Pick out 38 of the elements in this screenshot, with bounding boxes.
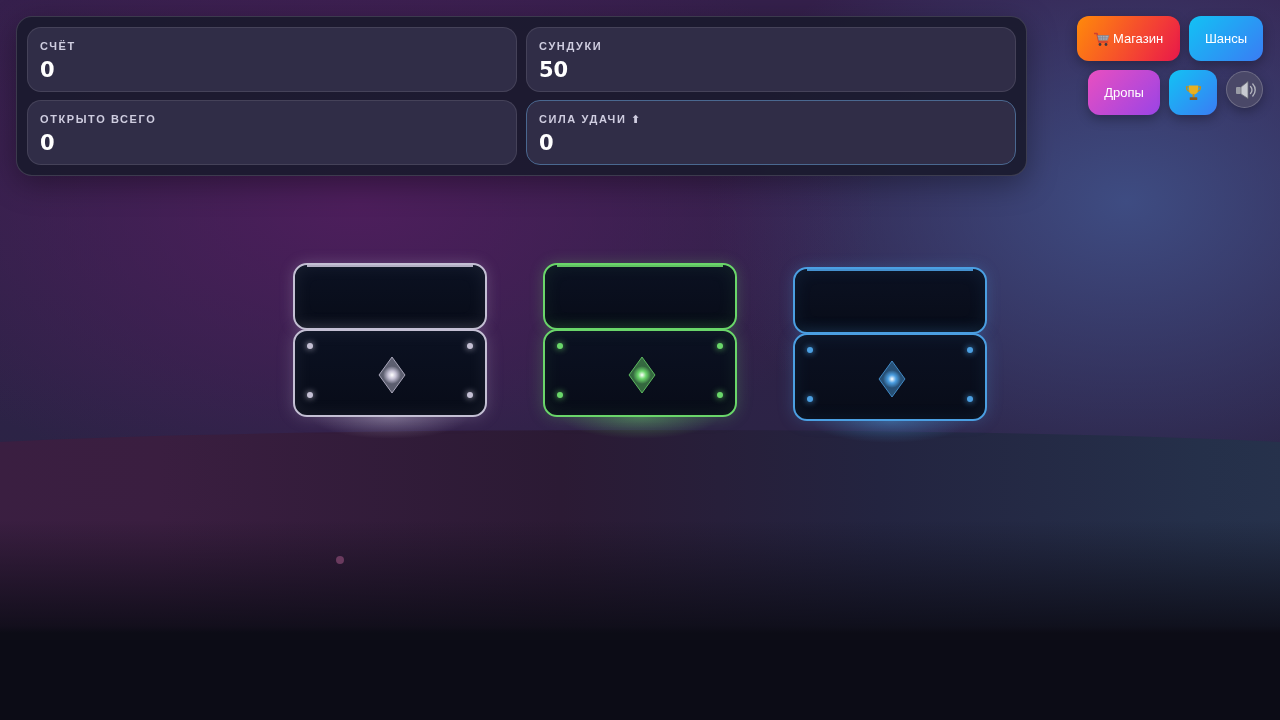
chest-body[interactable]: [293, 329, 487, 417]
rivet-icon: [967, 347, 973, 353]
gem-icon: [878, 360, 906, 398]
chest-lid[interactable]: [293, 263, 487, 330]
trophy-button[interactable]: [1169, 70, 1217, 115]
drops-button[interactable]: Дропы: [1088, 70, 1160, 115]
chest-lid[interactable]: [543, 263, 737, 330]
sound-button[interactable]: [1226, 71, 1263, 108]
rivet-icon: [717, 392, 723, 398]
rivet-icon: [807, 396, 813, 402]
rivet-icon: [307, 343, 313, 349]
chest-lid[interactable]: [793, 267, 987, 334]
rivet-icon: [467, 392, 473, 398]
trophy-icon: [1184, 84, 1202, 101]
stat-label: СУНДУКИ: [539, 39, 604, 53]
rivet-icon: [967, 396, 973, 402]
gem-icon: [378, 356, 406, 394]
chest-body[interactable]: [793, 333, 987, 421]
chest-body[interactable]: [543, 329, 737, 417]
shop-button[interactable]: Магазин: [1077, 16, 1180, 61]
particle-dot: [336, 556, 344, 564]
rivet-icon: [807, 347, 813, 353]
rivet-icon: [557, 343, 563, 349]
rivet-icon: [717, 343, 723, 349]
speaker-icon: [1233, 78, 1256, 101]
rivet-icon: [557, 392, 563, 398]
stat-label: СЧЁТ: [40, 39, 77, 53]
stat-value: 50: [539, 58, 570, 82]
stat-label: СИЛА УДАЧИ ⬆: [539, 112, 643, 126]
stat-value: 0: [539, 131, 555, 155]
stat-label: ОТКРЫТО ВСЕГО: [40, 112, 158, 126]
stat-value: 0: [40, 131, 56, 155]
cart-icon: [1093, 30, 1110, 47]
rivet-icon: [467, 343, 473, 349]
stat-value: 0: [40, 58, 56, 82]
gem-icon: [628, 356, 656, 394]
chances-button[interactable]: Шансы: [1189, 16, 1263, 61]
rivet-icon: [307, 392, 313, 398]
